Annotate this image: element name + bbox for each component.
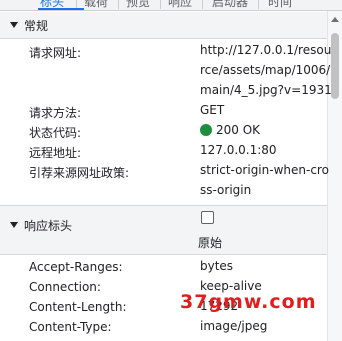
active-tab-indicator	[38, 8, 84, 10]
referrer-policy-line-2: ss-origin	[200, 183, 252, 197]
tab-response[interactable]: 响应	[168, 0, 192, 10]
tab-separator	[160, 0, 161, 9]
tab-initiator[interactable]: 启动器	[212, 0, 248, 10]
content-type-label: Content-Type:	[29, 320, 112, 334]
general-section-header[interactable]: 常规	[0, 12, 327, 38]
referrer-policy-line-1: strict-origin-when-cro	[200, 163, 329, 177]
expand-triangle-icon	[10, 222, 18, 228]
site-watermark: 37gmw.com	[180, 291, 317, 313]
request-method-label: 请求方法:	[29, 106, 82, 120]
tab-separator	[258, 0, 259, 9]
section-divider	[0, 38, 327, 39]
content-length-label: Content-Length:	[29, 300, 127, 314]
status-code-value: 200 OK	[200, 120, 260, 140]
expand-triangle-icon	[10, 22, 18, 28]
general-section-title: 常规	[24, 19, 49, 33]
status-code-text: 200 OK	[216, 123, 261, 137]
tab-payload[interactable]: 载荷	[84, 0, 108, 10]
request-url-line-2: rce/assets/map/1006/	[200, 63, 331, 77]
request-url-line-1: http://127.0.0.1/resou	[200, 43, 332, 57]
response-headers-section-header[interactable]: 响应标头	[0, 206, 327, 254]
request-method-value: GET	[200, 103, 225, 117]
response-headers-title: 响应标头	[24, 219, 73, 233]
content-type-value: image/jpeg	[200, 319, 268, 333]
tab-separator	[118, 0, 119, 9]
section-divider	[0, 254, 327, 255]
status-ok-icon	[200, 124, 212, 136]
status-code-label: 状态代码:	[29, 126, 82, 140]
tab-timing[interactable]: 时间	[268, 0, 292, 10]
tab-bar: 标头 载荷 预览 响应 启动器 时间	[0, 0, 342, 11]
connection-label: Connection:	[29, 280, 101, 294]
tab-separator	[202, 0, 203, 9]
raw-headers-label[interactable]: 原始	[198, 234, 222, 251]
accept-ranges-value: bytes	[200, 259, 234, 273]
raw-headers-checkbox[interactable]	[201, 211, 214, 224]
request-url-label: 请求网址:	[29, 46, 82, 60]
remote-address-value: 127.0.0.1:80	[200, 143, 277, 157]
scroll-up-arrow-icon[interactable]	[331, 17, 339, 22]
accept-ranges-label: Accept-Ranges:	[29, 260, 123, 274]
tab-preview[interactable]: 预览	[126, 0, 150, 10]
scrollbar-thumb[interactable]	[331, 33, 339, 99]
remote-address-label: 远程地址:	[29, 146, 82, 160]
referrer-policy-label: 引荐来源网址政策:	[29, 166, 130, 180]
request-url-line-3: main/4_5.jpg?v=1931	[200, 83, 332, 97]
